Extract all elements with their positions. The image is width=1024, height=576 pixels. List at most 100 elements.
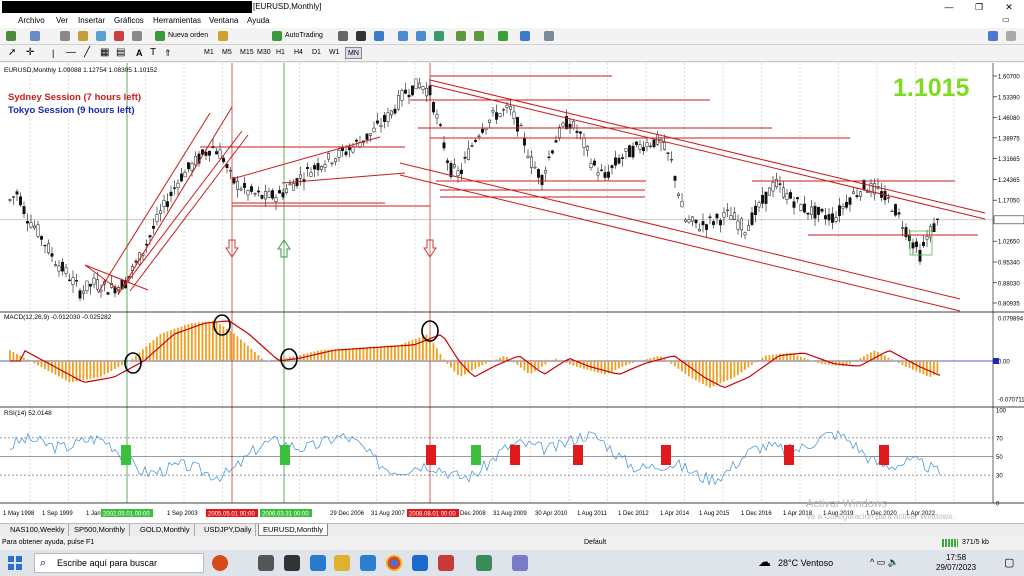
tf-m15[interactable]: M15 <box>240 47 254 59</box>
start-icon[interactable] <box>8 556 22 570</box>
tab-nas100[interactable]: NAS100,Weekly <box>6 524 70 536</box>
candle-body <box>600 169 603 171</box>
menu-insertar[interactable]: Insertar <box>78 16 105 25</box>
macd-histogram-bar <box>859 358 862 361</box>
maximize-button[interactable]: ❐ <box>964 0 994 14</box>
minimize-button[interactable]: — <box>934 0 964 14</box>
new-chart-icon[interactable] <box>6 31 16 41</box>
tf-w1[interactable]: W1 <box>329 47 340 59</box>
tf-m5[interactable]: M5 <box>222 47 232 59</box>
metaeditor-icon[interactable] <box>218 31 228 41</box>
macd-histogram-bar <box>478 361 480 367</box>
bar-chart-icon[interactable] <box>338 31 348 41</box>
store-icon[interactable] <box>360 555 376 571</box>
edge-icon[interactable] <box>310 555 326 571</box>
metatrader-icon[interactable] <box>476 555 492 571</box>
tf-h4[interactable]: H4 <box>294 47 303 59</box>
status-bar: Para obtener ayuda, pulse F1 Default 371… <box>0 536 1024 550</box>
menu-ver[interactable]: Ver <box>56 16 68 25</box>
chrome-icon[interactable] <box>386 555 402 571</box>
label-tool-icon[interactable]: T <box>150 47 156 59</box>
chat-icon[interactable] <box>1006 31 1016 41</box>
zoom-in-icon[interactable] <box>398 31 408 41</box>
new-order-button[interactable]: Nueva orden <box>168 30 208 42</box>
text-tool-icon[interactable]: A <box>136 47 143 59</box>
tf-d1[interactable]: D1 <box>312 47 321 59</box>
tab-usdjpy[interactable]: USDJPY,Daily <box>200 524 257 536</box>
chart-shift-icon[interactable] <box>474 31 484 41</box>
periods-icon[interactable] <box>520 31 530 41</box>
notifications-icon[interactable]: ▢ <box>1004 556 1014 569</box>
candle-body <box>85 280 89 292</box>
app-icon[interactable] <box>512 555 528 571</box>
menu-herramientas[interactable]: Herramientas <box>153 16 201 25</box>
tf-h1[interactable]: H1 <box>276 47 285 59</box>
strategy-tester-icon[interactable] <box>132 31 142 41</box>
macd-histogram-bar <box>72 361 74 382</box>
macd-level-label: 0.079894 <box>998 317 1024 323</box>
fibonacci-icon[interactable]: ▤ <box>116 47 125 59</box>
tf-m30[interactable]: M30 <box>257 47 271 59</box>
candle-body <box>712 221 715 225</box>
pdf-icon[interactable] <box>438 555 454 571</box>
terminal-icon[interactable] <box>114 31 124 41</box>
menu-graficos[interactable]: Gráficos <box>114 16 144 25</box>
macd-histogram-bar <box>208 321 211 361</box>
macd-histogram-bar <box>93 361 95 379</box>
indicators-icon[interactable] <box>498 31 508 41</box>
weather-text[interactable]: 28°C Ventoso <box>778 558 833 568</box>
menu-archivo[interactable]: Archivo <box>18 16 45 25</box>
candle-body <box>586 146 589 151</box>
candle-body <box>75 280 78 282</box>
tab-eurusd[interactable]: EURUSD,Monthly <box>258 524 329 536</box>
navigator-icon[interactable] <box>96 31 106 41</box>
tab-sp500[interactable]: SP500,Monthly <box>70 524 130 536</box>
marked-date-label: 2005.05.01 00:00 <box>208 512 255 518</box>
search-icon[interactable] <box>988 31 998 41</box>
auto-scroll-icon[interactable] <box>456 31 466 41</box>
chart-window[interactable]: 1.60700 1.53390 1.46080 1.38975 1.31665 1.243… <box>0 63 1024 523</box>
clock-date[interactable]: 29/07/2023 <box>936 563 976 572</box>
candle-body <box>757 202 761 208</box>
arrows-tool-icon[interactable]: ⇑ <box>164 47 172 59</box>
macd-histogram-bar <box>191 323 193 361</box>
market-watch-icon[interactable] <box>60 31 70 41</box>
word-icon[interactable] <box>412 555 428 571</box>
close-button[interactable]: ✕ <box>994 0 1024 14</box>
menu-ventana[interactable]: Ventana <box>209 16 238 25</box>
templates-icon[interactable] <box>544 31 554 41</box>
candle-chart-icon[interactable] <box>356 31 366 41</box>
chart-canvas[interactable]: 1.60700 1.53390 1.46080 1.38975 1.31665 1.243… <box>0 63 1024 523</box>
candle-body <box>176 182 180 188</box>
vertical-line-icon[interactable]: | <box>52 47 54 59</box>
profiles-icon[interactable] <box>30 31 40 41</box>
horizontal-line-icon[interactable]: — <box>66 47 76 59</box>
clock-time[interactable]: 17:58 <box>946 553 966 562</box>
tile-windows-icon[interactable] <box>434 31 444 41</box>
autotrading-button[interactable]: AutoTrading <box>285 30 323 42</box>
menu-ayuda[interactable]: Ayuda <box>247 16 270 25</box>
widgets-icon[interactable] <box>284 555 300 571</box>
candle-body <box>516 117 519 132</box>
macd-histogram-bar <box>453 361 456 372</box>
tab-gold[interactable]: GOLD,Monthly <box>136 524 195 536</box>
crosshair-icon[interactable]: ✛ <box>26 47 34 59</box>
line-chart-icon[interactable] <box>374 31 384 41</box>
taskbar-search[interactable]: ⌕ Escribe aquí para buscar <box>34 553 204 573</box>
macd-histogram-bar <box>341 348 344 361</box>
butterfly-app-icon[interactable] <box>212 555 228 571</box>
tray-icons[interactable]: ^ ▭ 🔈 <box>870 557 899 568</box>
macd-histogram-bar <box>373 346 375 361</box>
file-explorer-icon[interactable] <box>334 555 350 571</box>
zoom-out-icon[interactable] <box>416 31 426 41</box>
macd-histogram-bar <box>593 361 596 372</box>
tf-m1[interactable]: M1 <box>204 47 214 59</box>
restore-child-icon[interactable]: ▭ <box>1002 15 1010 24</box>
channel-icon[interactable]: ▦ <box>100 47 109 59</box>
candle-body <box>719 220 722 226</box>
task-view-icon[interactable] <box>258 555 274 571</box>
cursor-icon[interactable]: ➚ <box>8 47 16 59</box>
data-window-icon[interactable] <box>78 31 88 41</box>
tf-mn[interactable]: MN <box>345 47 362 59</box>
trendline-icon[interactable]: ╱ <box>84 47 90 59</box>
